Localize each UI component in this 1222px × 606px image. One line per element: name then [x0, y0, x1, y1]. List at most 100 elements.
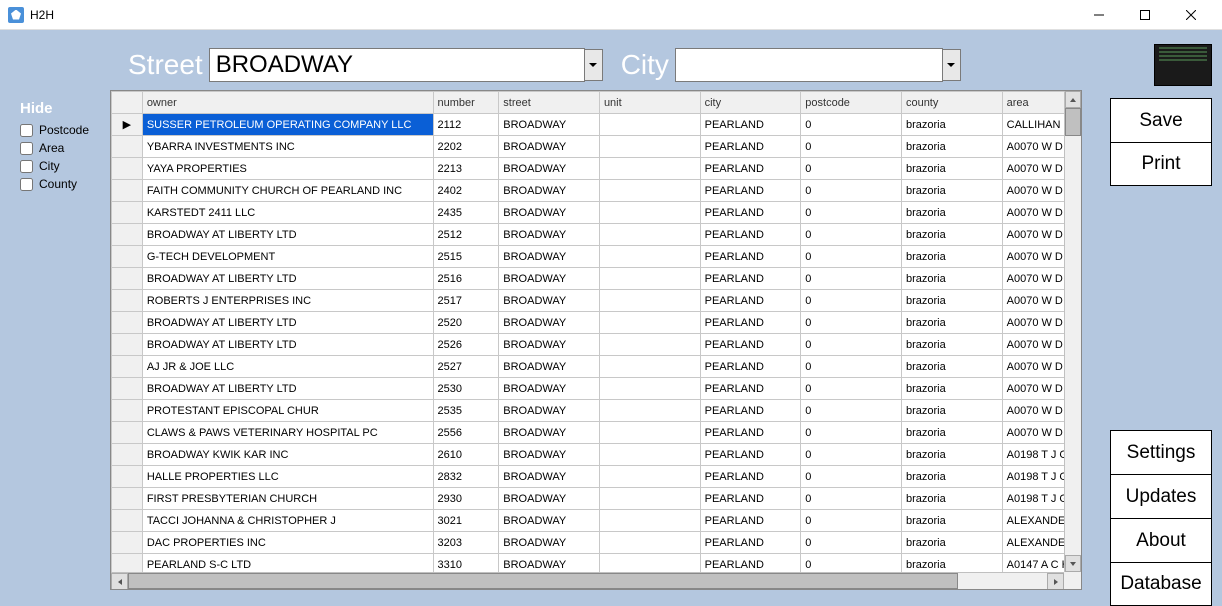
table-row[interactable]: BROADWAY AT LIBERTY LTD2512BROADWAYPEARL…: [112, 224, 1081, 246]
cell-unit[interactable]: [599, 290, 700, 312]
cell-postcode[interactable]: 0: [801, 290, 902, 312]
cell-city[interactable]: PEARLAND: [700, 136, 801, 158]
cell-postcode[interactable]: 0: [801, 268, 902, 290]
cell-postcode[interactable]: 0: [801, 114, 902, 136]
table-row[interactable]: KARSTEDT 2411 LLC2435BROADWAYPEARLAND0br…: [112, 202, 1081, 224]
cell-city[interactable]: PEARLAND: [700, 246, 801, 268]
about-button[interactable]: About: [1110, 518, 1212, 562]
cell-county[interactable]: brazoria: [901, 158, 1002, 180]
cell-number[interactable]: 3021: [433, 510, 499, 532]
print-button[interactable]: Print: [1110, 142, 1212, 186]
cell-street[interactable]: BROADWAY: [499, 378, 600, 400]
cell-county[interactable]: brazoria: [901, 466, 1002, 488]
table-row[interactable]: BROADWAY KWIK KAR INC2610BROADWAYPEARLAN…: [112, 444, 1081, 466]
table-row[interactable]: ▶SUSSER PETROLEUM OPERATING COMPANY LLC2…: [112, 114, 1081, 136]
scroll-right-button[interactable]: [1047, 573, 1064, 590]
cell-number[interactable]: 2202: [433, 136, 499, 158]
cell-postcode[interactable]: 0: [801, 378, 902, 400]
cell-street[interactable]: BROADWAY: [499, 268, 600, 290]
data-grid[interactable]: ownernumberstreetunitcitypostcodecountya…: [110, 90, 1082, 590]
cell-owner[interactable]: KARSTEDT 2411 LLC: [142, 202, 433, 224]
cell-street[interactable]: BROADWAY: [499, 290, 600, 312]
column-header-owner[interactable]: owner: [142, 92, 433, 114]
cell-unit[interactable]: [599, 180, 700, 202]
scroll-down-button[interactable]: [1065, 555, 1081, 572]
row-header[interactable]: [112, 312, 143, 334]
cell-postcode[interactable]: 0: [801, 488, 902, 510]
cell-owner[interactable]: G-TECH DEVELOPMENT: [142, 246, 433, 268]
cell-street[interactable]: BROADWAY: [499, 356, 600, 378]
close-button[interactable]: [1168, 0, 1214, 30]
hide-checkbox-input-area[interactable]: [20, 142, 33, 155]
hide-checkbox-input-city[interactable]: [20, 160, 33, 173]
cell-city[interactable]: PEARLAND: [700, 356, 801, 378]
cell-number[interactable]: 2520: [433, 312, 499, 334]
cell-unit[interactable]: [599, 510, 700, 532]
cell-owner[interactable]: BROADWAY AT LIBERTY LTD: [142, 224, 433, 246]
row-header[interactable]: [112, 488, 143, 510]
cell-owner[interactable]: CLAWS & PAWS VETERINARY HOSPITAL PC: [142, 422, 433, 444]
cell-street[interactable]: BROADWAY: [499, 114, 600, 136]
table-row[interactable]: BROADWAY AT LIBERTY LTD2520BROADWAYPEARL…: [112, 312, 1081, 334]
cell-postcode[interactable]: 0: [801, 246, 902, 268]
cell-street[interactable]: BROADWAY: [499, 158, 600, 180]
cell-postcode[interactable]: 0: [801, 158, 902, 180]
hide-checkbox-postcode[interactable]: Postcode: [20, 123, 110, 137]
cell-owner[interactable]: SUSSER PETROLEUM OPERATING COMPANY LLC: [142, 114, 433, 136]
cell-county[interactable]: brazoria: [901, 268, 1002, 290]
cell-county[interactable]: brazoria: [901, 334, 1002, 356]
cell-unit[interactable]: [599, 246, 700, 268]
cell-county[interactable]: brazoria: [901, 444, 1002, 466]
city-input[interactable]: [675, 48, 943, 82]
updates-button[interactable]: Updates: [1110, 474, 1212, 518]
cell-number[interactable]: 2512: [433, 224, 499, 246]
table-row[interactable]: DAC PROPERTIES INC3203BROADWAYPEARLAND0b…: [112, 532, 1081, 554]
cell-postcode[interactable]: 0: [801, 356, 902, 378]
cell-postcode[interactable]: 0: [801, 444, 902, 466]
table-row[interactable]: FAITH COMMUNITY CHURCH OF PEARLAND INC24…: [112, 180, 1081, 202]
row-header[interactable]: [112, 268, 143, 290]
cell-number[interactable]: 2930: [433, 488, 499, 510]
cell-number[interactable]: 2832: [433, 466, 499, 488]
cell-number[interactable]: 2112: [433, 114, 499, 136]
cell-county[interactable]: brazoria: [901, 114, 1002, 136]
table-row[interactable]: ROBERTS J ENTERPRISES INC2517BROADWAYPEA…: [112, 290, 1081, 312]
cell-county[interactable]: brazoria: [901, 356, 1002, 378]
cell-postcode[interactable]: 0: [801, 180, 902, 202]
cell-unit[interactable]: [599, 400, 700, 422]
row-header[interactable]: ▶: [112, 114, 143, 136]
cell-number[interactable]: 3203: [433, 532, 499, 554]
cell-street[interactable]: BROADWAY: [499, 334, 600, 356]
cell-county[interactable]: brazoria: [901, 378, 1002, 400]
cell-street[interactable]: BROADWAY: [499, 422, 600, 444]
cell-postcode[interactable]: 0: [801, 334, 902, 356]
cell-unit[interactable]: [599, 114, 700, 136]
cell-county[interactable]: brazoria: [901, 136, 1002, 158]
cell-county[interactable]: brazoria: [901, 290, 1002, 312]
cell-city[interactable]: PEARLAND: [700, 532, 801, 554]
cell-unit[interactable]: [599, 444, 700, 466]
cell-county[interactable]: brazoria: [901, 400, 1002, 422]
row-header[interactable]: [112, 444, 143, 466]
row-header[interactable]: [112, 290, 143, 312]
table-row[interactable]: BROADWAY AT LIBERTY LTD2530BROADWAYPEARL…: [112, 378, 1081, 400]
cell-street[interactable]: BROADWAY: [499, 400, 600, 422]
table-row[interactable]: AJ JR & JOE LLC2527BROADWAYPEARLAND0braz…: [112, 356, 1081, 378]
maximize-button[interactable]: [1122, 0, 1168, 30]
cell-county[interactable]: brazoria: [901, 202, 1002, 224]
cell-postcode[interactable]: 0: [801, 224, 902, 246]
table-row[interactable]: CLAWS & PAWS VETERINARY HOSPITAL PC2556B…: [112, 422, 1081, 444]
cell-number[interactable]: 2556: [433, 422, 499, 444]
scroll-up-button[interactable]: [1065, 91, 1081, 108]
row-header[interactable]: [112, 180, 143, 202]
cell-city[interactable]: PEARLAND: [700, 422, 801, 444]
hide-checkbox-input-county[interactable]: [20, 178, 33, 191]
cell-unit[interactable]: [599, 532, 700, 554]
row-header[interactable]: [112, 224, 143, 246]
cell-county[interactable]: brazoria: [901, 180, 1002, 202]
row-header[interactable]: [112, 400, 143, 422]
cell-county[interactable]: brazoria: [901, 312, 1002, 334]
cell-owner[interactable]: YAYA PROPERTIES: [142, 158, 433, 180]
cell-unit[interactable]: [599, 158, 700, 180]
table-row[interactable]: HALLE PROPERTIES LLC2832BROADWAYPEARLAND…: [112, 466, 1081, 488]
